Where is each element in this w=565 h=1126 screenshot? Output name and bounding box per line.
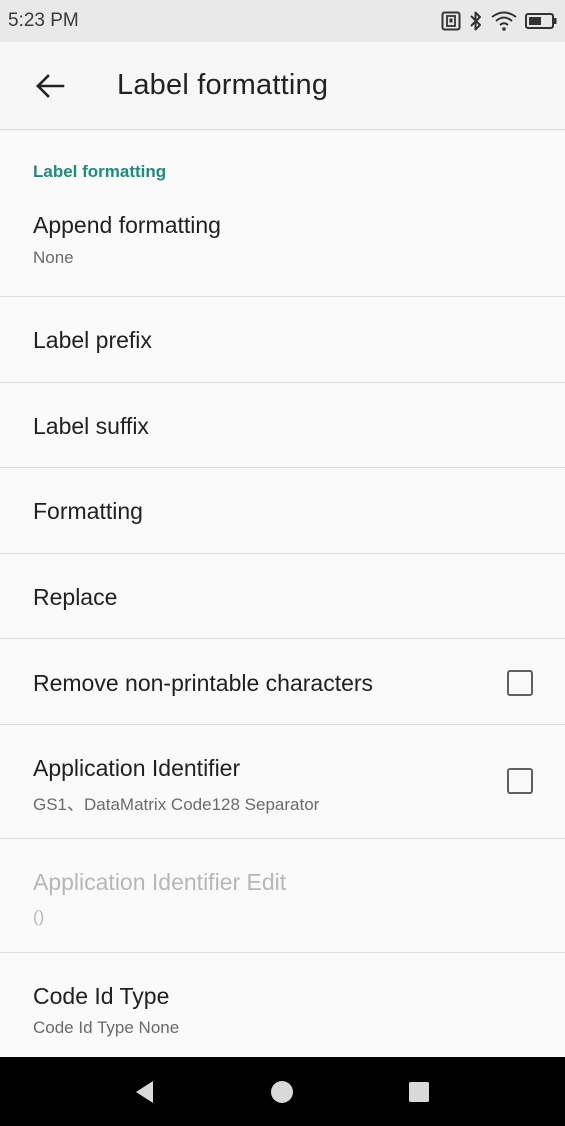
pref-application-identifier-edit: Application Identifier Edit () bbox=[0, 839, 565, 953]
recents-square-icon bbox=[409, 1081, 429, 1102]
preference-list: Label formatting Append formatting None … bbox=[0, 130, 565, 1057]
pref-replace[interactable]: Replace bbox=[0, 554, 565, 639]
status-bar: 5:23 PM bbox=[0, 0, 565, 42]
pref-title: Replace bbox=[33, 584, 118, 610]
pref-title: Remove non-printable characters bbox=[33, 670, 374, 696]
pref-title: Application Identifier bbox=[33, 755, 241, 781]
application-identifier-checkbox[interactable] bbox=[507, 768, 533, 794]
pref-title: Formatting bbox=[33, 498, 143, 524]
pref-summary: () bbox=[33, 907, 45, 926]
status-icons bbox=[441, 10, 557, 32]
pref-title: Application Identifier Edit bbox=[33, 869, 287, 895]
nfc-icon bbox=[441, 11, 461, 31]
section-header: Label formatting bbox=[33, 162, 167, 181]
pref-title: Code Id Type bbox=[33, 983, 170, 1009]
wifi-icon bbox=[491, 11, 517, 31]
remove-non-printable-checkbox[interactable] bbox=[507, 670, 533, 696]
pref-summary: Code Id Type None bbox=[33, 1018, 180, 1037]
navigation-bar bbox=[0, 1057, 565, 1126]
pref-remove-non-printable[interactable]: Remove non-printable characters bbox=[0, 639, 565, 725]
pref-label-prefix[interactable]: Label prefix bbox=[0, 297, 565, 383]
pref-summary: GS1、DataMatrix Code128 Separator bbox=[33, 795, 320, 814]
pref-application-identifier[interactable]: Application Identifier GS1、DataMatrix Co… bbox=[0, 725, 565, 839]
nav-home-button[interactable] bbox=[242, 1057, 322, 1126]
status-time: 5:23 PM bbox=[8, 10, 79, 31]
battery-icon bbox=[525, 12, 557, 30]
home-circle-icon bbox=[271, 1080, 293, 1103]
pref-title: Label suffix bbox=[33, 413, 149, 439]
pref-label-suffix[interactable]: Label suffix bbox=[0, 383, 565, 468]
pref-title: Label prefix bbox=[33, 327, 152, 353]
back-triangle-icon bbox=[136, 1080, 153, 1103]
back-button[interactable] bbox=[30, 66, 70, 106]
page-title: Label formatting bbox=[117, 69, 329, 101]
nav-recents-button[interactable] bbox=[379, 1057, 459, 1126]
pref-formatting[interactable]: Formatting bbox=[0, 468, 565, 554]
app-bar: Label formatting bbox=[0, 42, 565, 130]
arrow-left-icon bbox=[36, 73, 65, 98]
pref-code-id-type[interactable]: Code Id Type Code Id Type None bbox=[0, 953, 565, 1057]
pref-append-formatting[interactable]: Append formatting None bbox=[0, 190, 565, 297]
pref-summary: None bbox=[33, 248, 74, 267]
bluetooth-icon bbox=[469, 10, 483, 32]
pref-title: Append formatting bbox=[33, 212, 221, 238]
nav-back-button[interactable] bbox=[105, 1057, 185, 1126]
